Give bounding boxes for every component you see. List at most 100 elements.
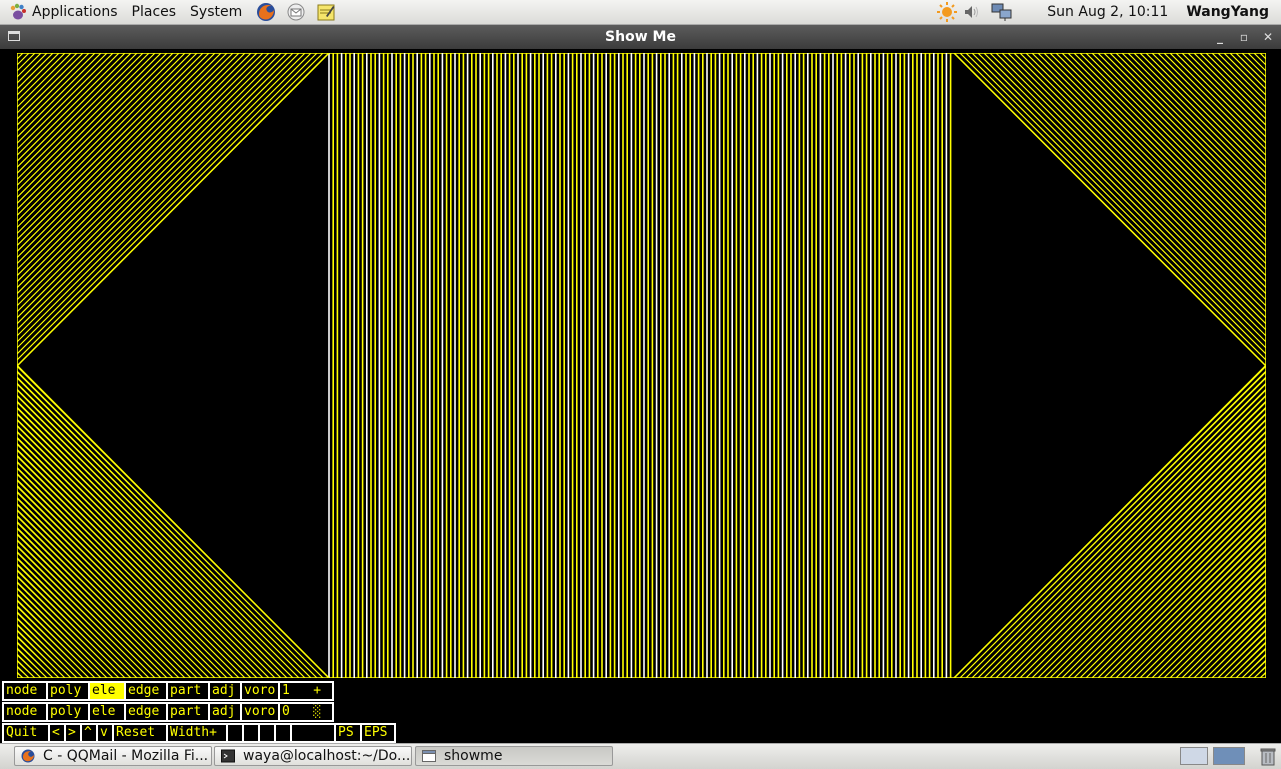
showme-button-row3-11[interactable]	[290, 723, 336, 743]
showme-button-row2-5[interactable]: adj	[208, 702, 242, 722]
task-showme[interactable]: showme	[415, 746, 613, 766]
mail-launcher[interactable]	[285, 1, 307, 23]
mesh-diagonal	[17, 388, 306, 678]
mesh-diagonal	[17, 53, 150, 186]
showme-button-row3-12[interactable]: PS	[334, 723, 362, 743]
window-titlebar[interactable]: Show Me _ ▫ ✕	[0, 25, 1281, 49]
mesh-diagonal	[17, 53, 288, 325]
showme-button-row1-1[interactable]: poly	[46, 681, 90, 701]
mesh-diagonal	[17, 53, 252, 289]
showme-button-row2-3[interactable]: edge	[124, 702, 168, 722]
showme-button-row3-13[interactable]: EPS	[360, 723, 396, 743]
showme-button-row1-3[interactable]: edge	[124, 681, 168, 701]
showme-button-row3-6[interactable]: Width+	[166, 723, 228, 743]
mesh-diagonal	[17, 53, 24, 60]
mesh-diagonal	[1121, 534, 1266, 678]
mesh-diagonal	[1049, 53, 1266, 271]
weather-sun-icon[interactable]	[937, 2, 958, 22]
showme-button-row1-5[interactable]: adj	[208, 681, 242, 701]
mesh-diagonal	[1253, 53, 1266, 66]
mesh-diagonal	[959, 370, 1266, 678]
notes-launcher[interactable]	[315, 1, 337, 23]
trash-icon[interactable]	[1258, 746, 1278, 766]
control-row-2: node poly ele edge part adj voro 0 ░	[2, 702, 334, 722]
mesh-diagonal	[17, 53, 162, 198]
task-label: C - QQMail - Mozilla Fi...	[43, 748, 209, 764]
showme-button-row2-4[interactable]: part	[166, 702, 210, 722]
mesh-diagonal	[1169, 53, 1266, 150]
showme-button-row3-0[interactable]: Quit	[2, 723, 50, 743]
mesh-diagonal	[995, 406, 1266, 678]
mesh-diagonal	[17, 53, 270, 307]
terminal-icon	[221, 749, 235, 763]
applications-menu[interactable]: Applications	[0, 0, 125, 24]
mesh-diagonal	[1115, 53, 1266, 204]
maximize-icon[interactable]: ▫	[1235, 25, 1253, 49]
firefox-icon	[21, 749, 35, 763]
mesh-diagonal	[17, 430, 264, 678]
mesh-diagonal	[17, 53, 144, 180]
mesh-diagonal	[17, 53, 282, 319]
task-firefox[interactable]: C - QQMail - Mozilla Fi...	[14, 746, 212, 766]
mesh-diagonal	[17, 448, 246, 678]
mesh-diagonal	[1139, 552, 1266, 678]
task-terminal[interactable]: waya@localhost:~/Do...	[214, 746, 412, 766]
clock[interactable]: Sun Aug 2, 10:11	[1047, 4, 1168, 20]
mesh-diagonal	[17, 53, 186, 222]
mesh-diagonal	[17, 528, 168, 678]
showme-button-row2-7[interactable]: 0 ░	[278, 702, 334, 722]
mesh-diagonal	[17, 53, 228, 265]
mesh-diagonal	[17, 666, 30, 678]
show-desktop-button[interactable]	[1180, 747, 1208, 765]
user-name[interactable]: WangYang	[1186, 4, 1269, 20]
notes-icon	[317, 4, 335, 21]
mesh-diagonal	[17, 424, 270, 678]
mesh-canvas[interactable]	[17, 53, 1266, 678]
mesh-diagonal	[1121, 53, 1266, 198]
mesh-diagonal	[1241, 53, 1266, 78]
mesh-diagonal	[17, 534, 162, 678]
mesh-diagonal	[1031, 53, 1266, 289]
task-label: waya@localhost:~/Do...	[243, 748, 411, 764]
showme-button-row1-6[interactable]: voro	[240, 681, 280, 701]
showme-button-row1-2[interactable]: ele	[88, 681, 126, 701]
mesh-wedge-edge	[17, 365, 330, 678]
mesh-lines	[17, 53, 1266, 678]
mesh-diagonal	[17, 406, 288, 678]
volume-icon[interactable]	[963, 3, 981, 21]
mesh-wedge-edge	[953, 365, 1266, 678]
showme-button-row1-0[interactable]: node	[2, 681, 48, 701]
mesh-diagonal	[1079, 53, 1266, 240]
mesh-diagonal	[1001, 53, 1266, 319]
mesh-diagonal	[17, 53, 204, 240]
network-icon[interactable]	[991, 2, 1013, 22]
minimize-icon[interactable]: _	[1211, 25, 1229, 49]
firefox-launcher[interactable]	[255, 1, 277, 23]
mesh-diagonal	[17, 53, 168, 204]
showme-button-row1-7[interactable]: 1 +	[278, 681, 334, 701]
mesh-diagonal	[1253, 666, 1266, 678]
workspace-switcher[interactable]	[1213, 747, 1245, 765]
mesh-diagonal	[1259, 53, 1266, 60]
mesh-diagonal	[1001, 412, 1266, 678]
mesh-diagonal	[17, 53, 324, 361]
close-icon[interactable]: ✕	[1259, 25, 1277, 49]
mesh-diagonal	[1013, 53, 1266, 307]
places-menu[interactable]: Places	[125, 0, 184, 24]
showme-button-row2-6[interactable]: voro	[240, 702, 280, 722]
mesh-diagonal	[1259, 672, 1266, 678]
mesh-diagonal	[1199, 53, 1266, 120]
showme-button-row3-5[interactable]: Reset	[112, 723, 168, 743]
system-menu[interactable]: System	[183, 0, 249, 24]
mesh-diagonal	[1139, 53, 1266, 180]
showme-button-row1-4[interactable]: part	[166, 681, 210, 701]
showme-button-row2-2[interactable]: ele	[88, 702, 126, 722]
window-title: Show Me	[605, 29, 676, 45]
mesh-diagonal	[1037, 53, 1266, 283]
mesh-diagonal	[17, 53, 30, 66]
mesh-diagonal	[17, 564, 132, 678]
mesh-diagonal	[1217, 53, 1266, 102]
showme-button-row2-1[interactable]: poly	[46, 702, 90, 722]
mesh-diagonal	[17, 53, 306, 343]
showme-button-row2-0[interactable]: node	[2, 702, 48, 722]
